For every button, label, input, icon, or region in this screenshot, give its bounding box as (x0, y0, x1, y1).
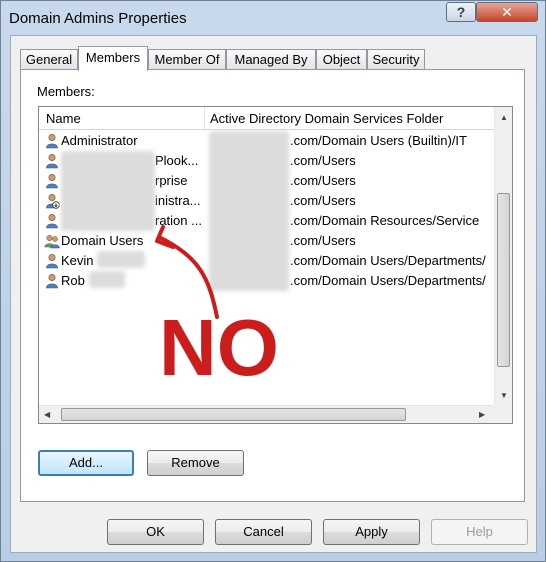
close-button[interactable]: ✕ (476, 2, 538, 22)
dialog-client-area: General Members Member Of Managed By Obj… (10, 35, 537, 553)
scroll-up-arrow-icon[interactable]: ▲ (500, 113, 508, 122)
tab-general[interactable]: General (20, 49, 78, 70)
apply-button[interactable]: Apply (323, 519, 420, 545)
horizontal-scrollbar[interactable]: ◀ ▶ (39, 405, 494, 423)
annotation-no-text: NO (159, 303, 279, 392)
scroll-right-arrow-icon[interactable]: ▶ (479, 410, 485, 419)
vertical-scrollbar[interactable]: ▲ ▼ (494, 107, 512, 405)
tab-member-of[interactable]: Member Of (148, 49, 226, 70)
help-title-button[interactable]: ? (446, 2, 476, 22)
tab-object[interactable]: Object (316, 49, 367, 70)
tab-managed-by[interactable]: Managed By (226, 49, 316, 70)
title-bar[interactable]: Domain Admins Properties ? ✕ (1, 1, 545, 35)
red-annotation: NO (155, 225, 279, 392)
annotation-arrow-head (155, 225, 175, 249)
question-mark-icon: ? (456, 4, 466, 20)
close-icon: ✕ (501, 3, 513, 20)
tab-security[interactable]: Security (367, 49, 425, 70)
remove-button[interactable]: Remove (147, 450, 244, 476)
members-label: Members: (37, 84, 95, 99)
scroll-left-arrow-icon[interactable]: ◀ (44, 410, 50, 419)
window-title: Domain Admins Properties (9, 10, 187, 27)
members-tab-panel: Members: Name Active Directory Domain Se… (20, 69, 525, 502)
horizontal-scroll-thumb[interactable] (61, 408, 406, 421)
tab-members[interactable]: Members (78, 46, 148, 71)
add-button[interactable]: Add... (38, 450, 134, 476)
scrollbar-corner (494, 405, 512, 423)
scroll-down-arrow-icon[interactable]: ▼ (500, 391, 508, 400)
properties-window: Domain Admins Properties ? ✕ General Mem… (0, 0, 546, 562)
cancel-button[interactable]: Cancel (215, 519, 312, 545)
vertical-scroll-thumb[interactable] (497, 193, 510, 367)
members-list[interactable]: Name Active Directory Domain Services Fo… (38, 106, 513, 424)
ok-button[interactable]: OK (107, 519, 204, 545)
help-button[interactable]: Help (431, 519, 528, 545)
